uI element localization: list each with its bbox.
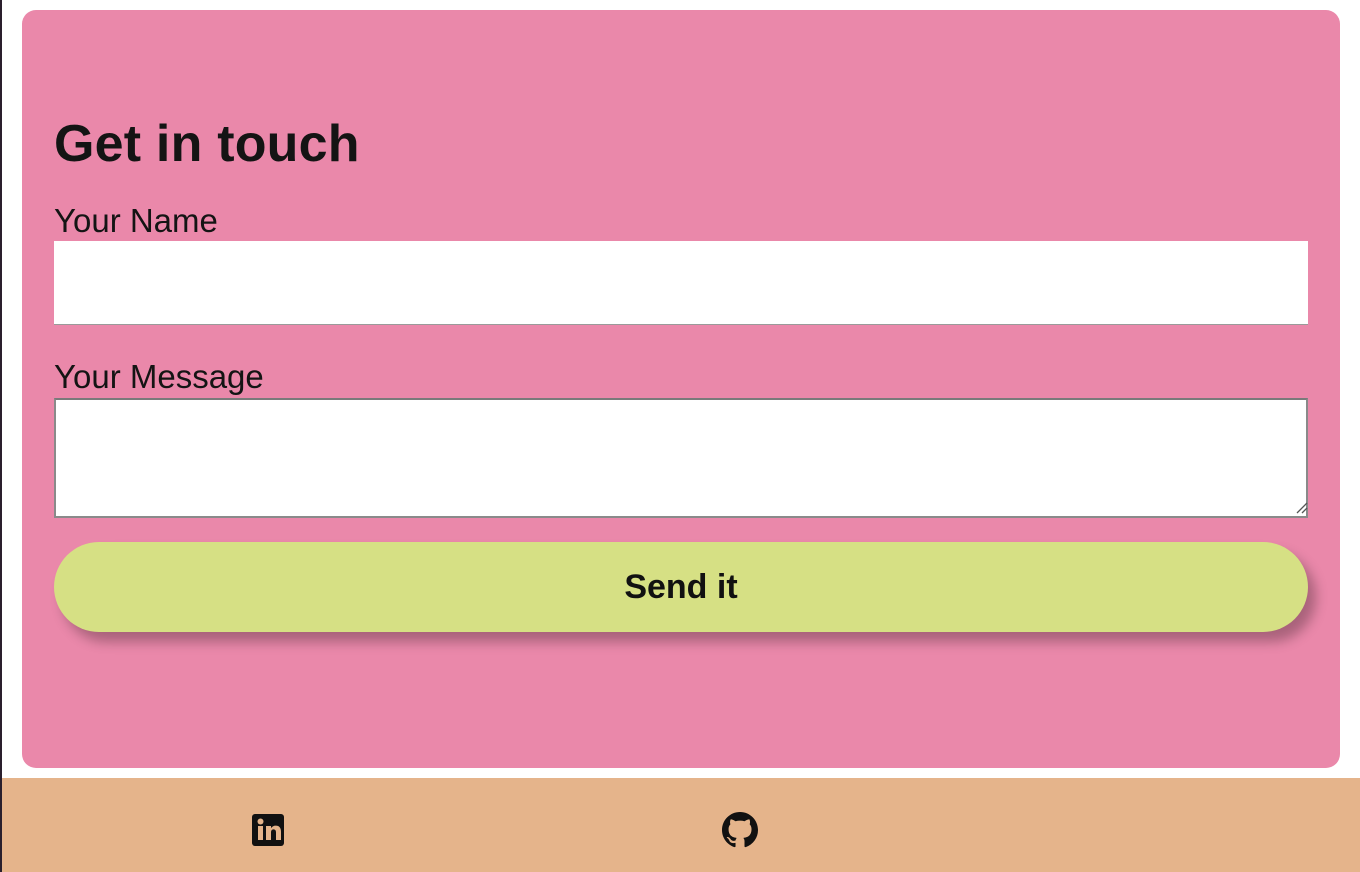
footer [2,778,1360,872]
linkedin-link[interactable] [250,812,286,848]
message-field[interactable] [54,398,1308,518]
github-icon [722,812,758,848]
name-field[interactable] [54,241,1308,325]
resize-grip-icon[interactable] [1294,500,1308,514]
name-label: Your Name [54,202,218,239]
window-edge [0,0,2,872]
linkedin-icon [252,814,284,846]
contact-form-card: Get in touch Your Name Your Message Send… [22,10,1340,768]
message-label: Your Message [54,358,264,395]
github-link[interactable] [722,812,758,848]
send-button[interactable]: Send it [54,542,1308,632]
page-title: Get in touch [54,115,360,173]
